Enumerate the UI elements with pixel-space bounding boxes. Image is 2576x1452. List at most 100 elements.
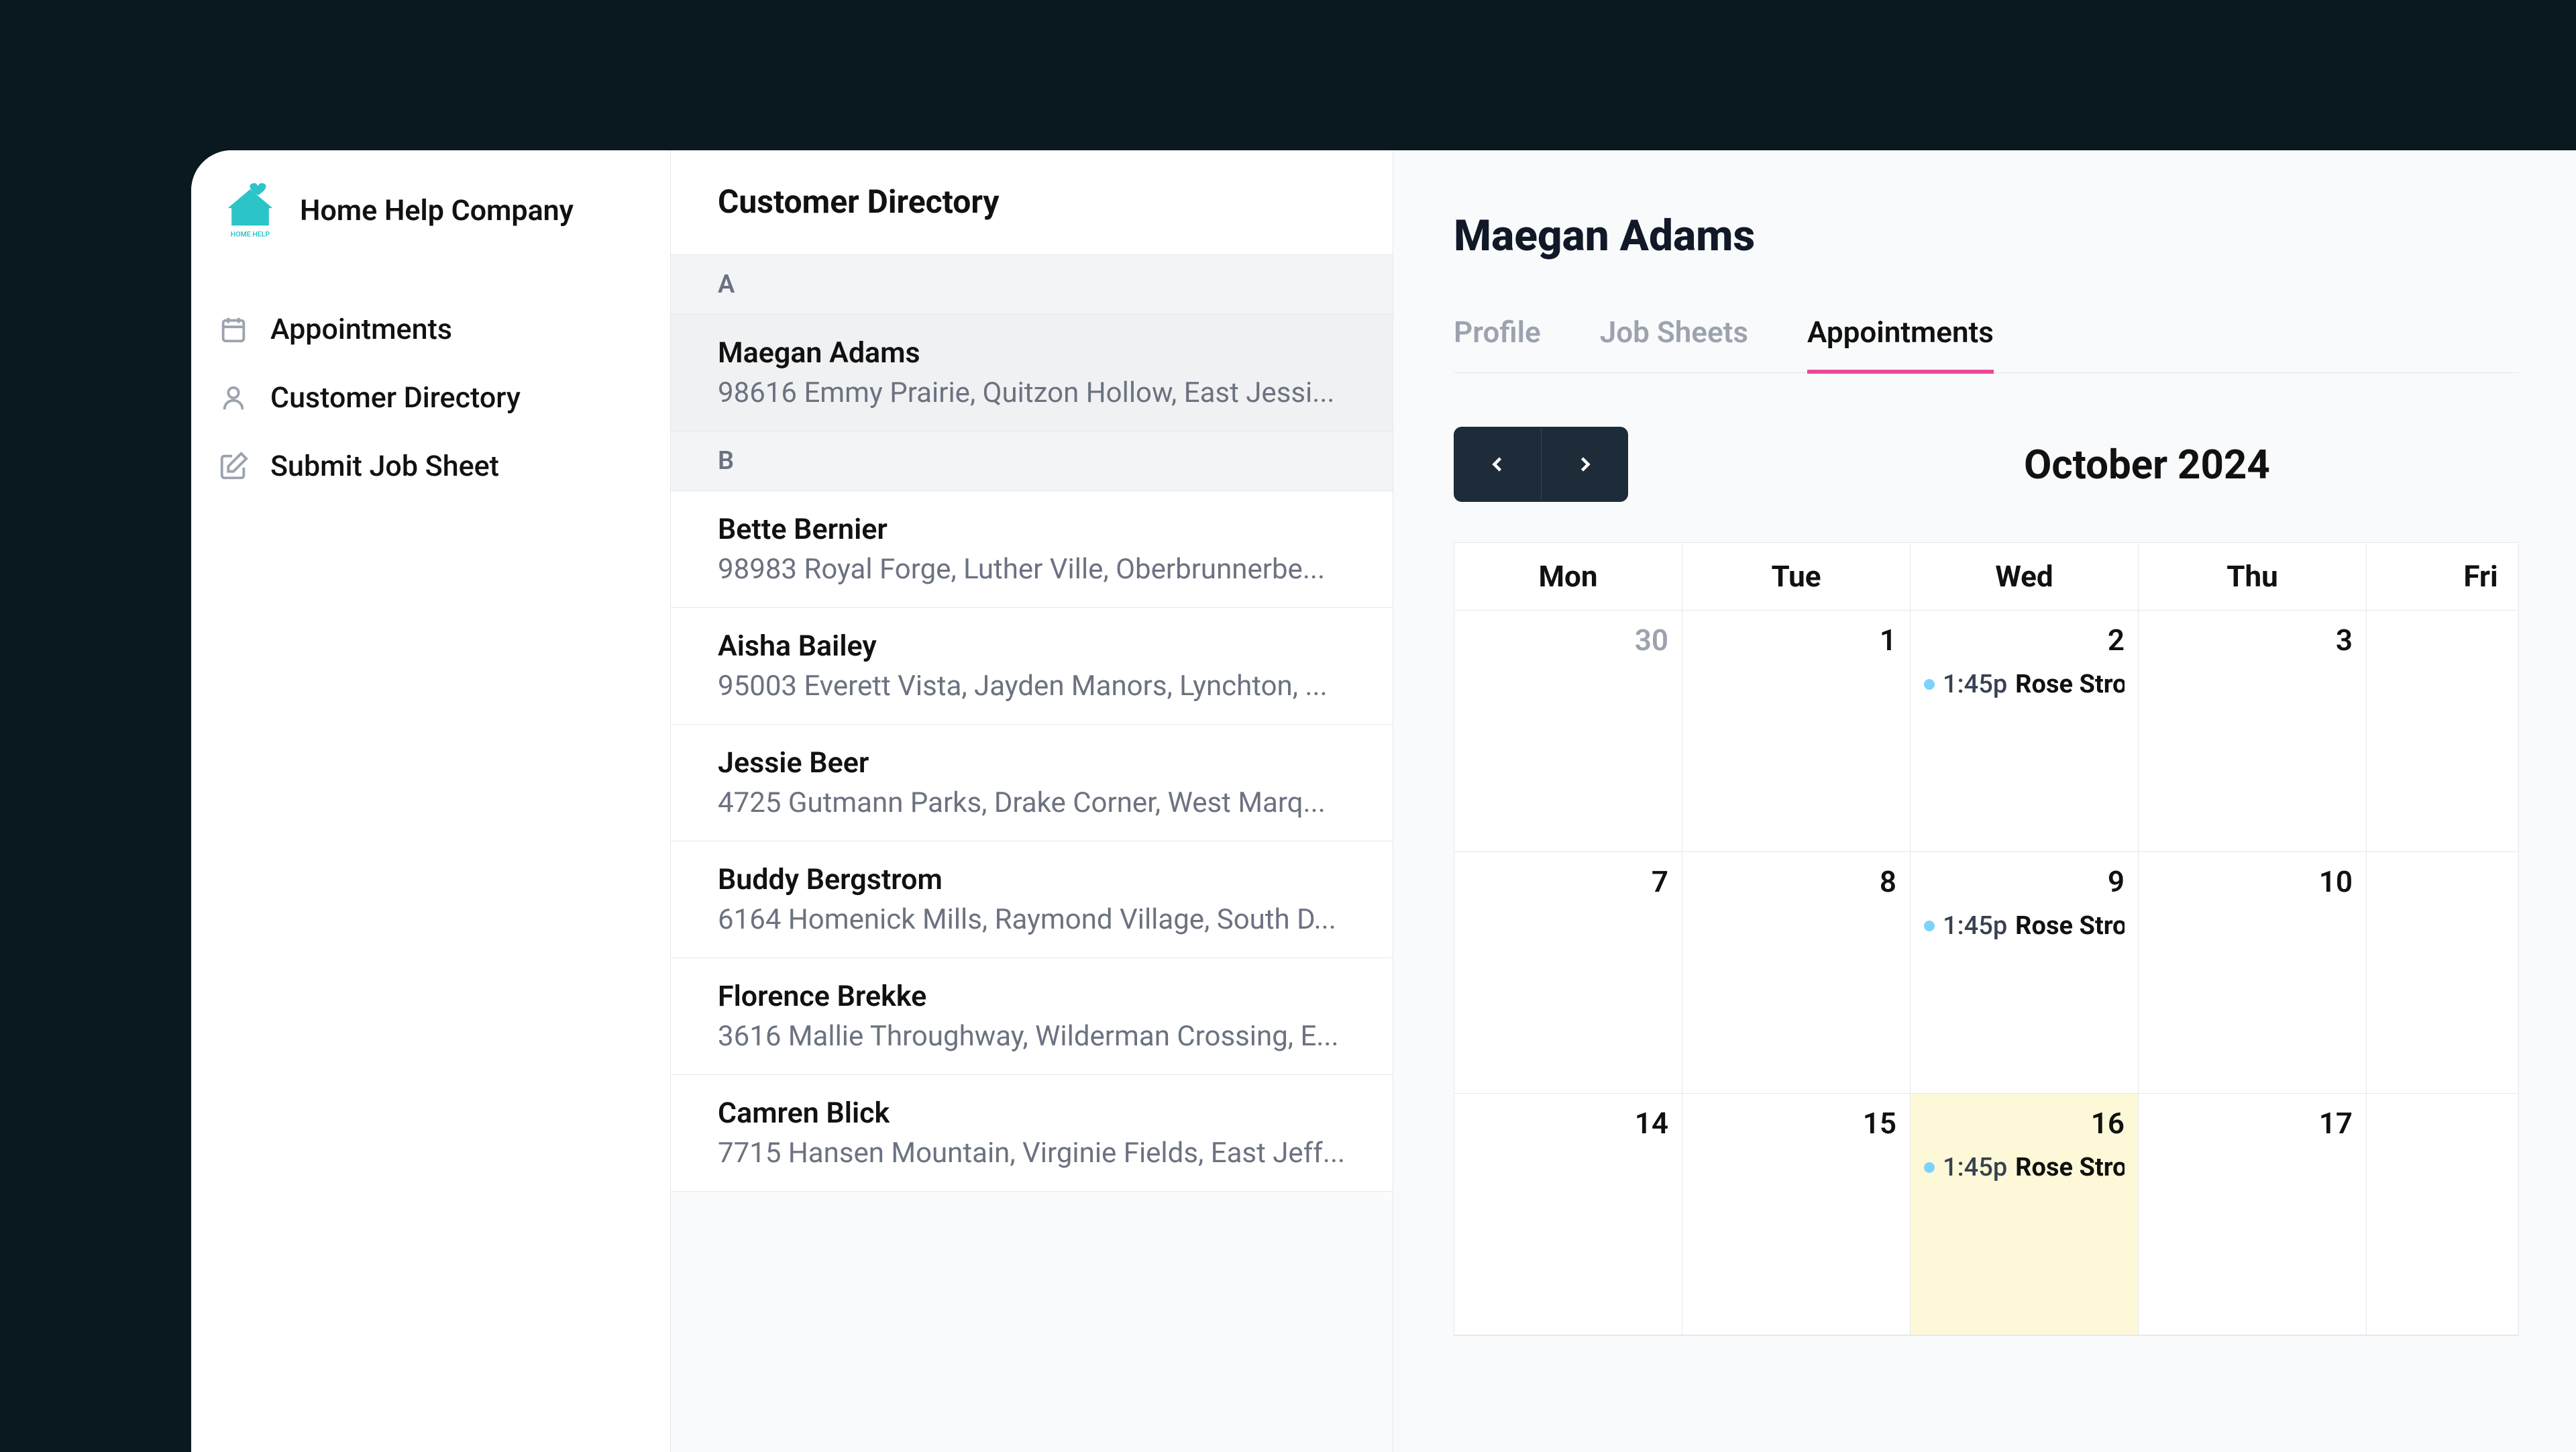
day-number: 3	[2152, 623, 2353, 658]
calendar-event[interactable]: 1:45p Rose Stro	[1924, 911, 2125, 941]
tab-profile[interactable]: Profile	[1454, 315, 1541, 374]
calendar-day-cell[interactable]: 30	[1454, 611, 1682, 852]
calendar-day-cell[interactable]: 2 1:45pRose Stro	[1911, 611, 2139, 852]
customer-row[interactable]: Florence Brekke 3616 Mallie Throughway, W…	[671, 958, 1393, 1075]
prev-month-button[interactable]	[1454, 427, 1541, 502]
tab-appointments[interactable]: Appointments	[1807, 315, 1994, 374]
calendar-day-cell[interactable]: 7	[1454, 852, 1682, 1094]
calendar-week-row: 789 1:45p Rose Stro 10	[1454, 852, 2518, 1094]
calendar-week-row: 14 15 16 1:45p Rose Stro 17	[1454, 1094, 2518, 1335]
weekday-label: Fri	[2367, 543, 2519, 610]
event-time: 1:45p	[1943, 1153, 2007, 1182]
event-title: Rose Stro	[2015, 1153, 2125, 1182]
customer-address: 6164 Homenick Mills, Raymond Village, So…	[718, 903, 1346, 936]
customer-name: Florence Brekke	[718, 980, 1346, 1013]
customer-detail-title: Maegan Adams	[1454, 211, 2519, 261]
nav-label: Appointments	[270, 313, 452, 346]
day-number: 10	[2152, 864, 2353, 899]
event-dot-icon	[1924, 1162, 1935, 1173]
customer-name: Camren Blick	[718, 1096, 1346, 1130]
day-number: 14	[1468, 1106, 1668, 1141]
weekday-row: MonTueWedThuFri	[1454, 543, 2518, 611]
day-number: 9	[1924, 864, 2125, 899]
user-icon	[218, 382, 249, 413]
day-number: 15	[1696, 1106, 1896, 1141]
calendar-day-cell[interactable]: 10	[2139, 852, 2367, 1094]
event-time: 1:45p	[1943, 911, 2007, 941]
customer-row[interactable]: Aisha Bailey 95003 Everett Vista, Jayden …	[671, 608, 1393, 725]
next-month-button[interactable]	[1541, 427, 1628, 502]
customer-address: 3616 Mallie Throughway, Wilderman Crossi…	[718, 1020, 1346, 1053]
calendar-day-cell[interactable]	[2367, 1094, 2519, 1335]
customer-address: 98983 Royal Forge, Luther Ville, Oberbru…	[718, 553, 1346, 586]
letter-header: A	[671, 255, 1393, 315]
sidebar: HOME HELP Home Help Company Appointments…	[191, 150, 670, 1452]
calendar-day-cell[interactable]: 3	[2139, 611, 2367, 852]
day-number: 17	[2152, 1106, 2353, 1141]
chevron-left-icon	[1485, 452, 1509, 476]
customer-row[interactable]: Jessie Beer 4725 Gutmann Parks, Drake Cor…	[671, 725, 1393, 841]
customer-address: 4725 Gutmann Parks, Drake Corner, West M…	[718, 786, 1346, 819]
calendar-grid: MonTueWedThuFri 30121:45pRose Stro37891:…	[1454, 542, 2519, 1336]
nav-label: Submit Job Sheet	[270, 450, 499, 483]
calendar-day-cell[interactable]: 8	[1682, 852, 1911, 1094]
directory-list: A Maegan Adams 98616 Emmy Prairie, Quitzon…	[671, 255, 1393, 1192]
company-logo-icon: HOME HELP	[218, 178, 282, 243]
day-number: 8	[1696, 864, 1896, 899]
calendar-day-cell[interactable]: 1	[1682, 611, 1911, 852]
detail-panel: Maegan Adams Profile Job Sheets Appointm…	[1393, 150, 2576, 1452]
event-title: Rose Stro	[2015, 670, 2125, 699]
calendar-day-cell[interactable]: 16 1:45p Rose Stro	[1911, 1094, 2139, 1335]
calendar-day-cell[interactable]: 15	[1682, 1094, 1911, 1335]
customer-row[interactable]: Camren Blick 7715 Hansen Mountain, Virgin…	[671, 1075, 1393, 1192]
calendar-icon	[218, 314, 249, 345]
nav-item-appointments[interactable]: Appointments	[218, 295, 643, 364]
customer-row[interactable]: Maegan Adams 98616 Emmy Prairie, Quitzon …	[671, 315, 1393, 431]
event-title: Rose Stro	[2015, 911, 2125, 941]
month-title: October 2024	[2024, 441, 2270, 488]
calendar-week-row: 30 12 1:45pRose Stro 3	[1454, 611, 2518, 852]
company-name: Home Help Company	[300, 194, 574, 227]
weekday-label: Tue	[1682, 543, 1911, 610]
day-number: 7	[1468, 864, 1668, 899]
nav-item-directory[interactable]: Customer Directory	[218, 364, 643, 432]
customer-row[interactable]: Bette Bernier 98983 Royal Forge, Luther V…	[671, 491, 1393, 608]
calendar-header: October 2024	[1454, 427, 2519, 502]
customer-name: Bette Bernier	[718, 513, 1346, 546]
calendar-day-cell[interactable]: 9 1:45p Rose Stro	[1911, 852, 2139, 1094]
directory-title: Customer Directory	[671, 150, 1393, 255]
tab-jobsheets[interactable]: Job Sheets	[1600, 315, 1748, 374]
app-frame: HOME HELP Home Help Company Appointments…	[191, 150, 2576, 1452]
svg-text:HOME HELP: HOME HELP	[231, 229, 270, 238]
day-number: 30	[1468, 623, 1668, 658]
day-number: 2	[1924, 623, 2125, 658]
directory-panel: Customer Directory A Maegan Adams 98616 Em…	[670, 150, 1393, 1452]
logo-row: HOME HELP Home Help Company	[218, 178, 643, 243]
nav-item-submit[interactable]: Submit Job Sheet	[218, 432, 643, 501]
weekday-label: Wed	[1911, 543, 2139, 610]
day-number: 1	[1696, 623, 1896, 658]
customer-address: 98616 Emmy Prairie, Quitzon Hollow, East…	[718, 376, 1346, 409]
day-number: 16	[1924, 1106, 2125, 1141]
letter-header: B	[671, 431, 1393, 491]
calendar-nav-buttons	[1454, 427, 1628, 502]
calendar-event[interactable]: 1:45pRose Stro	[1924, 670, 2125, 699]
customer-name: Jessie Beer	[718, 746, 1346, 780]
nav-label: Customer Directory	[270, 381, 521, 415]
customer-name: Maegan Adams	[718, 336, 1346, 370]
event-dot-icon	[1924, 921, 1935, 931]
edit-icon	[218, 451, 249, 482]
customer-address: 7715 Hansen Mountain, Virginie Fields, E…	[718, 1137, 1346, 1170]
calendar-day-cell[interactable]: 17	[2139, 1094, 2367, 1335]
tabs: Profile Job Sheets Appointments	[1454, 315, 2519, 373]
calendar-day-cell[interactable]: 14	[1454, 1094, 1682, 1335]
customer-address: 95003 Everett Vista, Jayden Manors, Lync…	[718, 670, 1346, 703]
calendar-event[interactable]: 1:45p Rose Stro	[1924, 1153, 2125, 1182]
customer-name: Buddy Bergstrom	[718, 863, 1346, 896]
weekday-label: Mon	[1454, 543, 1682, 610]
customer-row[interactable]: Buddy Bergstrom 6164 Homenick Mills, Raym…	[671, 841, 1393, 958]
calendar-day-cell[interactable]	[2367, 852, 2519, 1094]
calendar-day-cell[interactable]	[2367, 611, 2519, 852]
nav-list: Appointments Customer Directory Submit J…	[218, 295, 643, 501]
customer-name: Aisha Bailey	[718, 629, 1346, 663]
